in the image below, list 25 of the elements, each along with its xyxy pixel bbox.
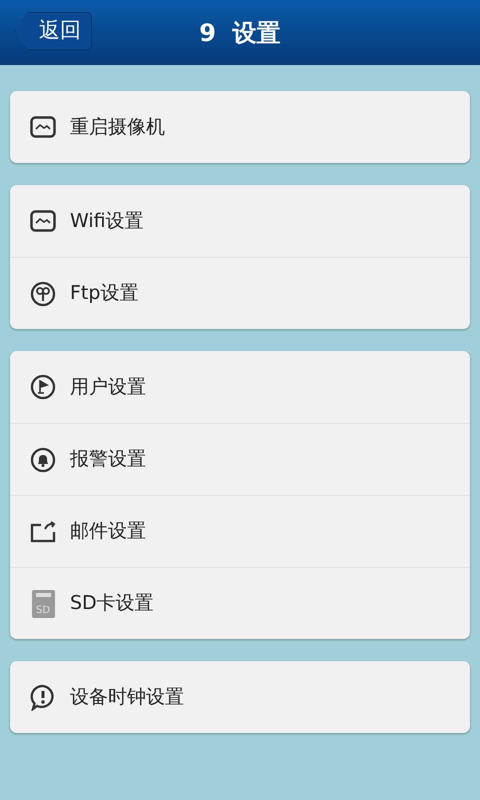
wave-icon xyxy=(30,210,56,232)
item-label: 报警设置 xyxy=(70,447,146,472)
bell-icon xyxy=(30,446,56,472)
page-title: 9 设置 xyxy=(199,18,281,48)
settings-item[interactable]: 报警设置 xyxy=(10,423,470,495)
settings-item[interactable]: SD SD卡设置 xyxy=(10,567,470,639)
tree-icon xyxy=(30,280,56,306)
item-label: Ftp设置 xyxy=(70,281,138,306)
settings-item[interactable]: 邮件设置 xyxy=(10,495,470,567)
share-icon xyxy=(29,520,57,544)
item-label: 重启摄像机 xyxy=(70,114,165,140)
item-label: 邮件设置 xyxy=(70,519,146,544)
back-button[interactable]: 返回 xyxy=(14,12,92,50)
item-label: 设备时钟设置 xyxy=(70,684,184,710)
wave-icon xyxy=(30,116,56,138)
settings-item[interactable]: Wifi设置 xyxy=(10,185,470,257)
settings-item[interactable]: 设备时钟设置 xyxy=(10,661,470,733)
settings-item[interactable]: 重启摄像机 xyxy=(10,91,470,163)
item-label: SD卡设置 xyxy=(70,591,154,616)
settings-item[interactable]: 用户设置 xyxy=(10,351,470,423)
item-label: Wifi设置 xyxy=(70,208,144,234)
sd-card-icon: SD xyxy=(32,590,54,618)
item-label: 用户设置 xyxy=(70,374,146,400)
flag-icon xyxy=(30,374,56,400)
settings-item[interactable]: Ftp设置 xyxy=(10,257,470,329)
